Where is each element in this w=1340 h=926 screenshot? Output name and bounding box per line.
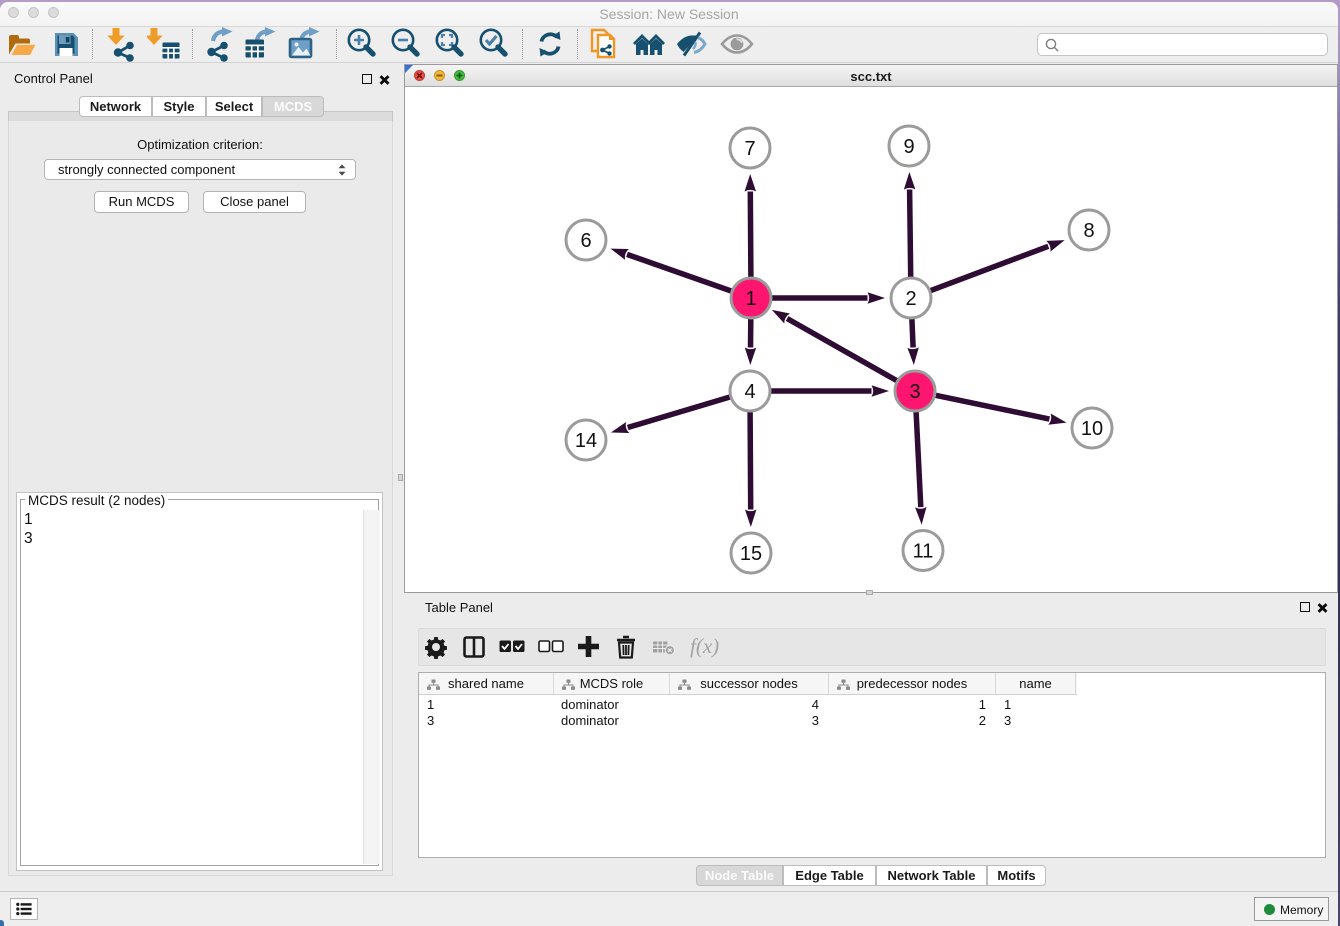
- svg-text:8: 8: [1083, 220, 1094, 242]
- svg-text:9: 9: [903, 136, 914, 158]
- svg-text:7: 7: [744, 138, 755, 160]
- svg-text:6: 6: [580, 230, 591, 252]
- svg-text:11: 11: [913, 541, 934, 563]
- svg-text:15: 15: [740, 543, 762, 565]
- svg-text:10: 10: [1081, 418, 1103, 440]
- svg-text:14: 14: [575, 430, 597, 452]
- svg-text:1: 1: [745, 288, 756, 310]
- svg-text:3: 3: [909, 381, 920, 403]
- svg-text:4: 4: [744, 381, 755, 403]
- svg-text:2: 2: [905, 288, 916, 310]
